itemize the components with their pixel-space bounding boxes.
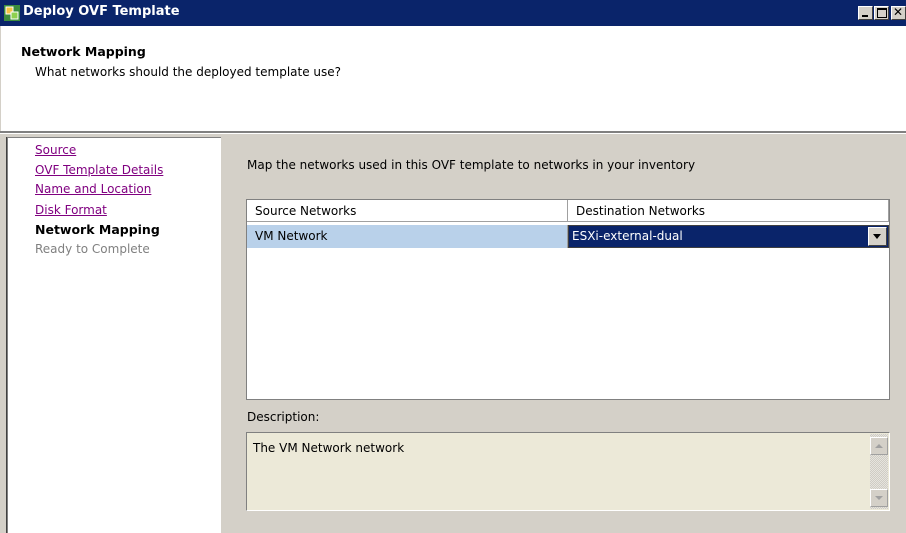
instruction-text: Map the networks used in this OVF templa…: [247, 158, 696, 172]
step-source-link[interactable]: Source: [35, 143, 76, 157]
description-text: The VM Network network: [253, 441, 405, 455]
close-icon[interactable]: ✕: [891, 5, 906, 20]
scroll-up-icon[interactable]: [870, 437, 888, 455]
description-scrollbar[interactable]: [870, 434, 888, 509]
chevron-down-icon[interactable]: [868, 227, 887, 246]
column-header-destination-networks[interactable]: Destination Networks: [568, 200, 889, 222]
wizard-header: Network Mapping What networks should the…: [0, 26, 906, 131]
page-title: Network Mapping: [21, 44, 146, 59]
window-titlebar: Deploy OVF Template ✕: [0, 0, 906, 26]
step-ready-to-complete: Ready to Complete: [35, 242, 150, 256]
window-title: Deploy OVF Template: [23, 4, 180, 19]
step-name-and-location-link[interactable]: Name and Location: [35, 182, 151, 196]
column-header-source-networks[interactable]: Source Networks: [247, 200, 568, 222]
description-box: The VM Network network: [246, 432, 890, 511]
step-network-mapping-current: Network Mapping: [35, 222, 160, 237]
destination-network-value: ESXi-external-dual: [572, 229, 683, 243]
step-ovf-template-details-link[interactable]: OVF Template Details: [35, 163, 163, 177]
destination-network-dropdown[interactable]: ESXi-external-dual: [568, 225, 889, 248]
maximize-icon[interactable]: [874, 6, 889, 20]
step-disk-format-link[interactable]: Disk Format: [35, 203, 107, 217]
wizard-steps-panel: Source OVF Template Details Name and Loc…: [7, 137, 221, 533]
network-mapping-table: Source Networks Destination Networks VM …: [246, 199, 890, 400]
scroll-down-icon[interactable]: [870, 489, 888, 507]
header-divider: [0, 131, 906, 134]
vsphere-app-icon: [4, 5, 20, 21]
description-label: Description:: [247, 410, 320, 424]
minimize-icon[interactable]: [858, 6, 873, 20]
page-subtitle: What networks should the deployed templa…: [35, 65, 342, 79]
table-row-source-network[interactable]: VM Network: [247, 225, 568, 248]
